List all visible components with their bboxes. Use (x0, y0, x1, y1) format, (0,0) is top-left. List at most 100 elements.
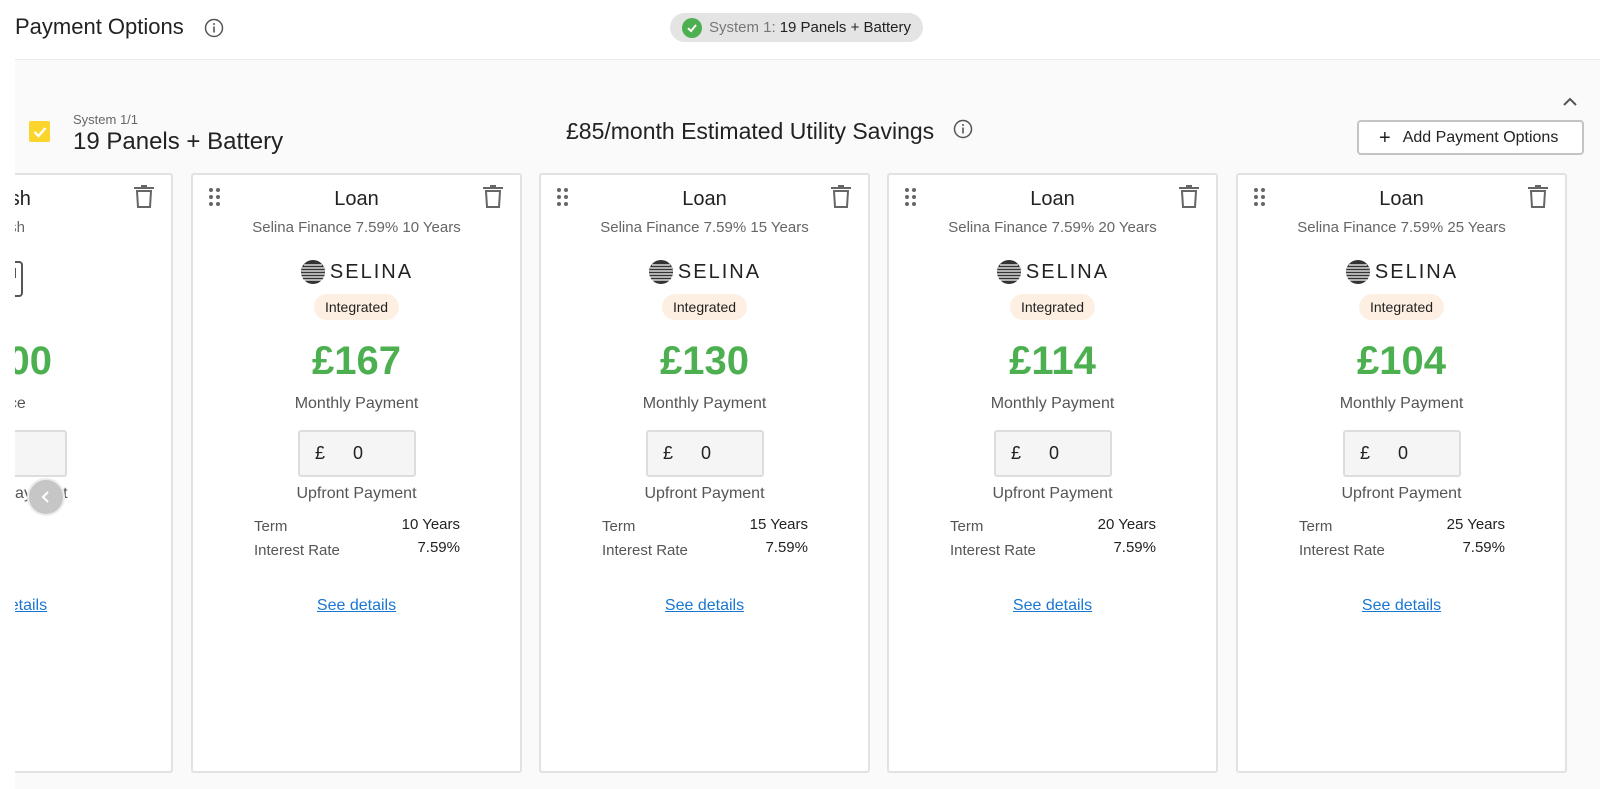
currency-symbol: £ (1360, 443, 1371, 463)
payment-card-loan-25: Loan Selina Finance 7.59% 25 Years SELIN… (1236, 173, 1567, 773)
info-icon[interactable] (204, 18, 224, 38)
upfront-payment-input[interactable]: 0 (15, 430, 67, 477)
see-details-link[interactable]: See details (15, 597, 171, 615)
system-selector-pill[interactable]: System 1: 19 Panels + Battery (670, 13, 923, 42)
card-price: £114 (1009, 339, 1096, 383)
term-label: Term (1299, 518, 1333, 535)
card-subtitle: Selina Finance 7.59% 20 Years (948, 219, 1157, 236)
card-price-label: Monthly Payment (642, 395, 767, 412)
see-details-link[interactable]: See details (1238, 597, 1565, 615)
card-title: Loan (1379, 188, 1424, 210)
term-value: 10 Years (401, 516, 460, 533)
integrated-badge: Integrated (313, 294, 400, 320)
card-price-label: Monthly Payment (1339, 395, 1464, 412)
system-checkbox[interactable] (29, 121, 50, 142)
header-bar: Payment Options System 1: 19 Panels + Ba… (0, 0, 1600, 60)
add-payment-options-label: Add Payment Options (1402, 128, 1559, 146)
upfront-value: 0 (1398, 443, 1409, 463)
card-price: £167 (312, 339, 401, 383)
interest-rate-label: Interest Rate (950, 542, 1036, 559)
chevron-up-icon[interactable] (1561, 93, 1579, 111)
upfront-label: Upfront Payment (1341, 485, 1462, 502)
upfront-payment-input[interactable]: £ 0 (1343, 430, 1461, 477)
system-label: System 1/1 (73, 112, 139, 127)
currency-symbol: £ (663, 443, 674, 463)
integrated-badge: Integrated (661, 294, 748, 320)
selina-logo: SELINA (889, 259, 1216, 285)
selina-logo-icon (1345, 260, 1370, 284)
selina-logo: SELINA (1238, 259, 1565, 285)
chevron-left-icon (41, 491, 49, 503)
upfront-label: Upfront Payment (992, 485, 1113, 502)
upfront-payment-input[interactable]: £ 0 (994, 430, 1112, 477)
card-price: £104 (1357, 339, 1446, 383)
card-subtitle: Selina Finance 7.59% 15 Years (600, 219, 809, 236)
page-title: Payment Options (15, 14, 184, 39)
card-price-label: Monthly Payment (294, 395, 419, 412)
system-pill-prefix: System 1: (709, 19, 776, 36)
cash-logo (15, 259, 171, 299)
card-price: £130 (660, 339, 749, 383)
upfront-value: 0 (353, 443, 364, 463)
upfront-label: Upfront Payment (644, 485, 765, 502)
interest-rate-label: Interest Rate (254, 542, 340, 559)
selina-logo: SELINA (541, 259, 868, 285)
add-payment-options-button[interactable]: + Add Payment Options (1357, 120, 1584, 155)
selina-logo-text: SELINA (1374, 260, 1459, 283)
selina-logo-text: SELINA (1025, 260, 1110, 283)
system-name: 19 Panels + Battery (73, 128, 284, 155)
see-details-link[interactable]: See details (193, 597, 520, 615)
interest-rate-value: 7.59% (1462, 539, 1505, 556)
check-circle-icon (682, 17, 702, 38)
payment-options-carousel[interactable]: Cash Cash £000 Price 0 Upfront Payment S… (15, 173, 1582, 773)
selina-logo-icon (996, 260, 1021, 284)
integrated-badge: Integrated (1358, 294, 1445, 320)
card-price-label: Price (15, 395, 26, 412)
upfront-payment-input[interactable]: £ 0 (298, 430, 416, 477)
card-title: Loan (682, 188, 727, 210)
card-subtitle: Selina Finance 7.59% 25 Years (1297, 219, 1506, 236)
system-pill-name: 19 Panels + Battery (779, 19, 912, 36)
card-title: Cash (15, 188, 31, 210)
selina-logo-text: SELINA (329, 260, 414, 283)
card-price: £000 (15, 339, 52, 383)
upfront-value: 0 (701, 443, 712, 463)
card-title: Loan (334, 188, 379, 210)
estimated-savings: £85/month Estimated Utility Savings (566, 118, 935, 144)
upfront-value: 0 (1049, 443, 1060, 463)
cash-icon (15, 261, 23, 297)
term-value: 15 Years (749, 516, 808, 533)
card-title: Loan (1030, 188, 1075, 210)
selina-logo-text: SELINA (677, 260, 762, 283)
interest-rate-label: Interest Rate (1299, 542, 1385, 559)
see-details-link[interactable]: See details (889, 597, 1216, 615)
interest-rate-value: 7.59% (1113, 539, 1156, 556)
savings-info-icon[interactable] (953, 119, 973, 139)
payment-card-loan-20: Loan Selina Finance 7.59% 20 Years SELIN… (887, 173, 1218, 773)
interest-rate-value: 7.59% (765, 539, 808, 556)
term-label: Term (950, 518, 984, 535)
plus-icon: + (1379, 126, 1391, 149)
interest-rate-value: 7.59% (417, 539, 460, 556)
term-value: 25 Years (1446, 516, 1505, 533)
term-label: Term (254, 518, 288, 535)
payment-card-loan-10: Loan Selina Finance 7.59% 10 Years SELIN… (191, 173, 522, 773)
payment-card-cash: Cash Cash £000 Price 0 Upfront Payment S… (15, 173, 173, 773)
payment-card-loan-15: Loan Selina Finance 7.59% 15 Years SELIN… (539, 173, 870, 773)
term-label: Term (602, 518, 636, 535)
term-value: 20 Years (1097, 516, 1156, 533)
integrated-badge: Integrated (1009, 294, 1096, 320)
upfront-payment-input[interactable]: £ 0 (646, 430, 764, 477)
see-details-link[interactable]: See details (541, 597, 868, 615)
upfront-label: Upfront Payment (296, 485, 417, 502)
currency-symbol: £ (1011, 443, 1022, 463)
card-subtitle: Selina Finance 7.59% 10 Years (252, 219, 461, 236)
card-subtitle: Cash (15, 219, 26, 236)
carousel-prev-button[interactable] (27, 478, 65, 516)
interest-rate-label: Interest Rate (602, 542, 688, 559)
selina-logo-icon (648, 260, 673, 284)
selina-logo-icon (300, 260, 325, 284)
selina-logo: SELINA (193, 259, 520, 285)
card-price-label: Monthly Payment (990, 395, 1115, 412)
currency-symbol: £ (315, 443, 326, 463)
